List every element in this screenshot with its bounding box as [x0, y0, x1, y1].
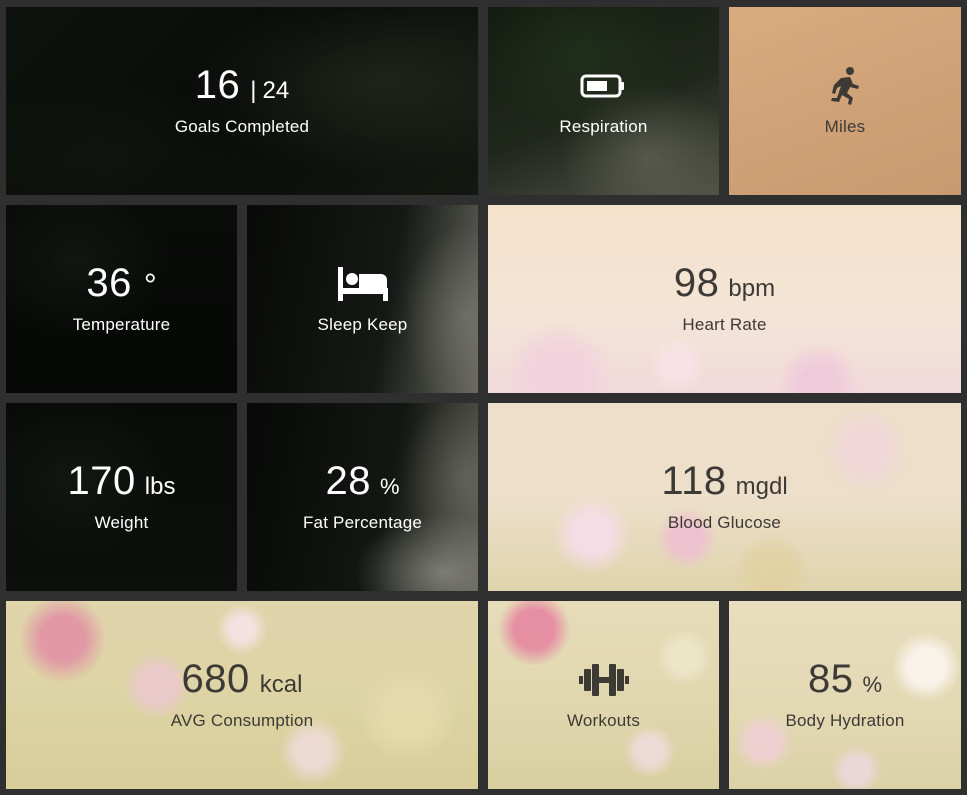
blood-glucose-label: Blood Glucose [667, 513, 782, 532]
tile-content: 28 % Fat Percentage [303, 461, 422, 533]
tile-content: Sleep Keep [318, 263, 408, 335]
tile-content: Respiration [559, 65, 647, 137]
tile-heart-rate[interactable]: 98 bpm Heart Rate [488, 205, 961, 393]
health-dashboard-grid: 16 | 24 Goals Completed Respiration Mile… [0, 0, 967, 795]
tile-sleep-keep[interactable]: Sleep Keep [247, 205, 478, 393]
miles-label: Miles [824, 117, 866, 136]
tile-blood-glucose[interactable]: 118 mgdl Blood Glucose [488, 403, 961, 591]
body-hydration-unit: % [862, 672, 883, 697]
tile-content: 85 % Body Hydration [785, 659, 904, 731]
weight-value: 170 [67, 459, 136, 503]
sleep-keep-label: Sleep Keep [317, 315, 408, 334]
body-hydration-label: Body Hydration [785, 711, 905, 730]
tile-content: 680 kcal AVG Consumption [171, 659, 314, 731]
heart-rate-unit: bpm [728, 275, 776, 302]
running-person-icon [828, 65, 862, 107]
tile-content: 118 mgdl Blood Glucose [661, 461, 787, 533]
tile-content: 36 ° Temperature [73, 263, 171, 335]
tile-temperature[interactable]: 36 ° Temperature [6, 205, 237, 393]
tile-content: Workouts [567, 659, 640, 731]
goals-completed-value: 16 [194, 63, 241, 107]
tile-content: 98 bpm Heart Rate [674, 263, 775, 335]
goals-value-row: 16 | 24 [195, 65, 289, 107]
respiration-label: Respiration [559, 117, 648, 136]
tile-miles[interactable]: Miles [729, 7, 961, 195]
weight-unit: lbs [144, 473, 176, 500]
goals-separator: | [250, 77, 257, 104]
tile-respiration[interactable]: Respiration [488, 7, 719, 195]
tile-body-hydration[interactable]: 85 % Body Hydration [729, 601, 961, 789]
heart-rate-label: Heart Rate [682, 315, 767, 334]
tile-avg-consumption[interactable]: 680 kcal AVG Consumption [6, 601, 478, 789]
heart-rate-value: 98 [673, 261, 720, 305]
goals-completed-label: Goals Completed [174, 117, 310, 136]
temperature-unit: ° [143, 267, 157, 303]
battery-icon [580, 65, 626, 107]
temperature-label: Temperature [72, 315, 171, 334]
tile-goals-completed[interactable]: 16 | 24 Goals Completed [6, 7, 478, 195]
fat-percentage-label: Fat Percentage [302, 513, 423, 532]
avg-consumption-value: 680 [181, 657, 250, 701]
tile-content: 16 | 24 Goals Completed [175, 65, 309, 137]
consumption-value-row: 680 kcal [182, 659, 303, 701]
workouts-label: Workouts [566, 711, 641, 730]
avg-consumption-unit: kcal [259, 671, 303, 698]
fat-percentage-value: 28 [325, 459, 371, 503]
avg-consumption-label: AVG Consumption [170, 711, 314, 730]
weight-value-row: 170 lbs [68, 461, 176, 503]
tile-content: 170 lbs Weight [68, 461, 176, 533]
temperature-value: 36 [86, 261, 132, 305]
hydration-value-row: 85 % [808, 659, 882, 701]
bed-icon [337, 263, 389, 305]
body-hydration-value: 85 [807, 657, 854, 701]
tile-weight[interactable]: 170 lbs Weight [6, 403, 237, 591]
heart-rate-value-row: 98 bpm [674, 263, 775, 305]
tile-workouts[interactable]: Workouts [488, 601, 719, 789]
goals-total-value: 24 [262, 77, 290, 104]
tile-fat-percentage[interactable]: 28 % Fat Percentage [247, 403, 478, 591]
dumbbell-icon [578, 659, 629, 701]
temperature-value-row: 36 ° [86, 263, 156, 305]
fat-percentage-unit: % [379, 474, 400, 499]
blood-glucose-value: 118 [661, 459, 727, 503]
weight-label: Weight [94, 513, 149, 532]
tile-content: Miles [825, 65, 866, 137]
glucose-value-row: 118 mgdl [661, 461, 787, 503]
fat-value-row: 28 % [325, 461, 399, 503]
blood-glucose-unit: mgdl [735, 473, 788, 500]
